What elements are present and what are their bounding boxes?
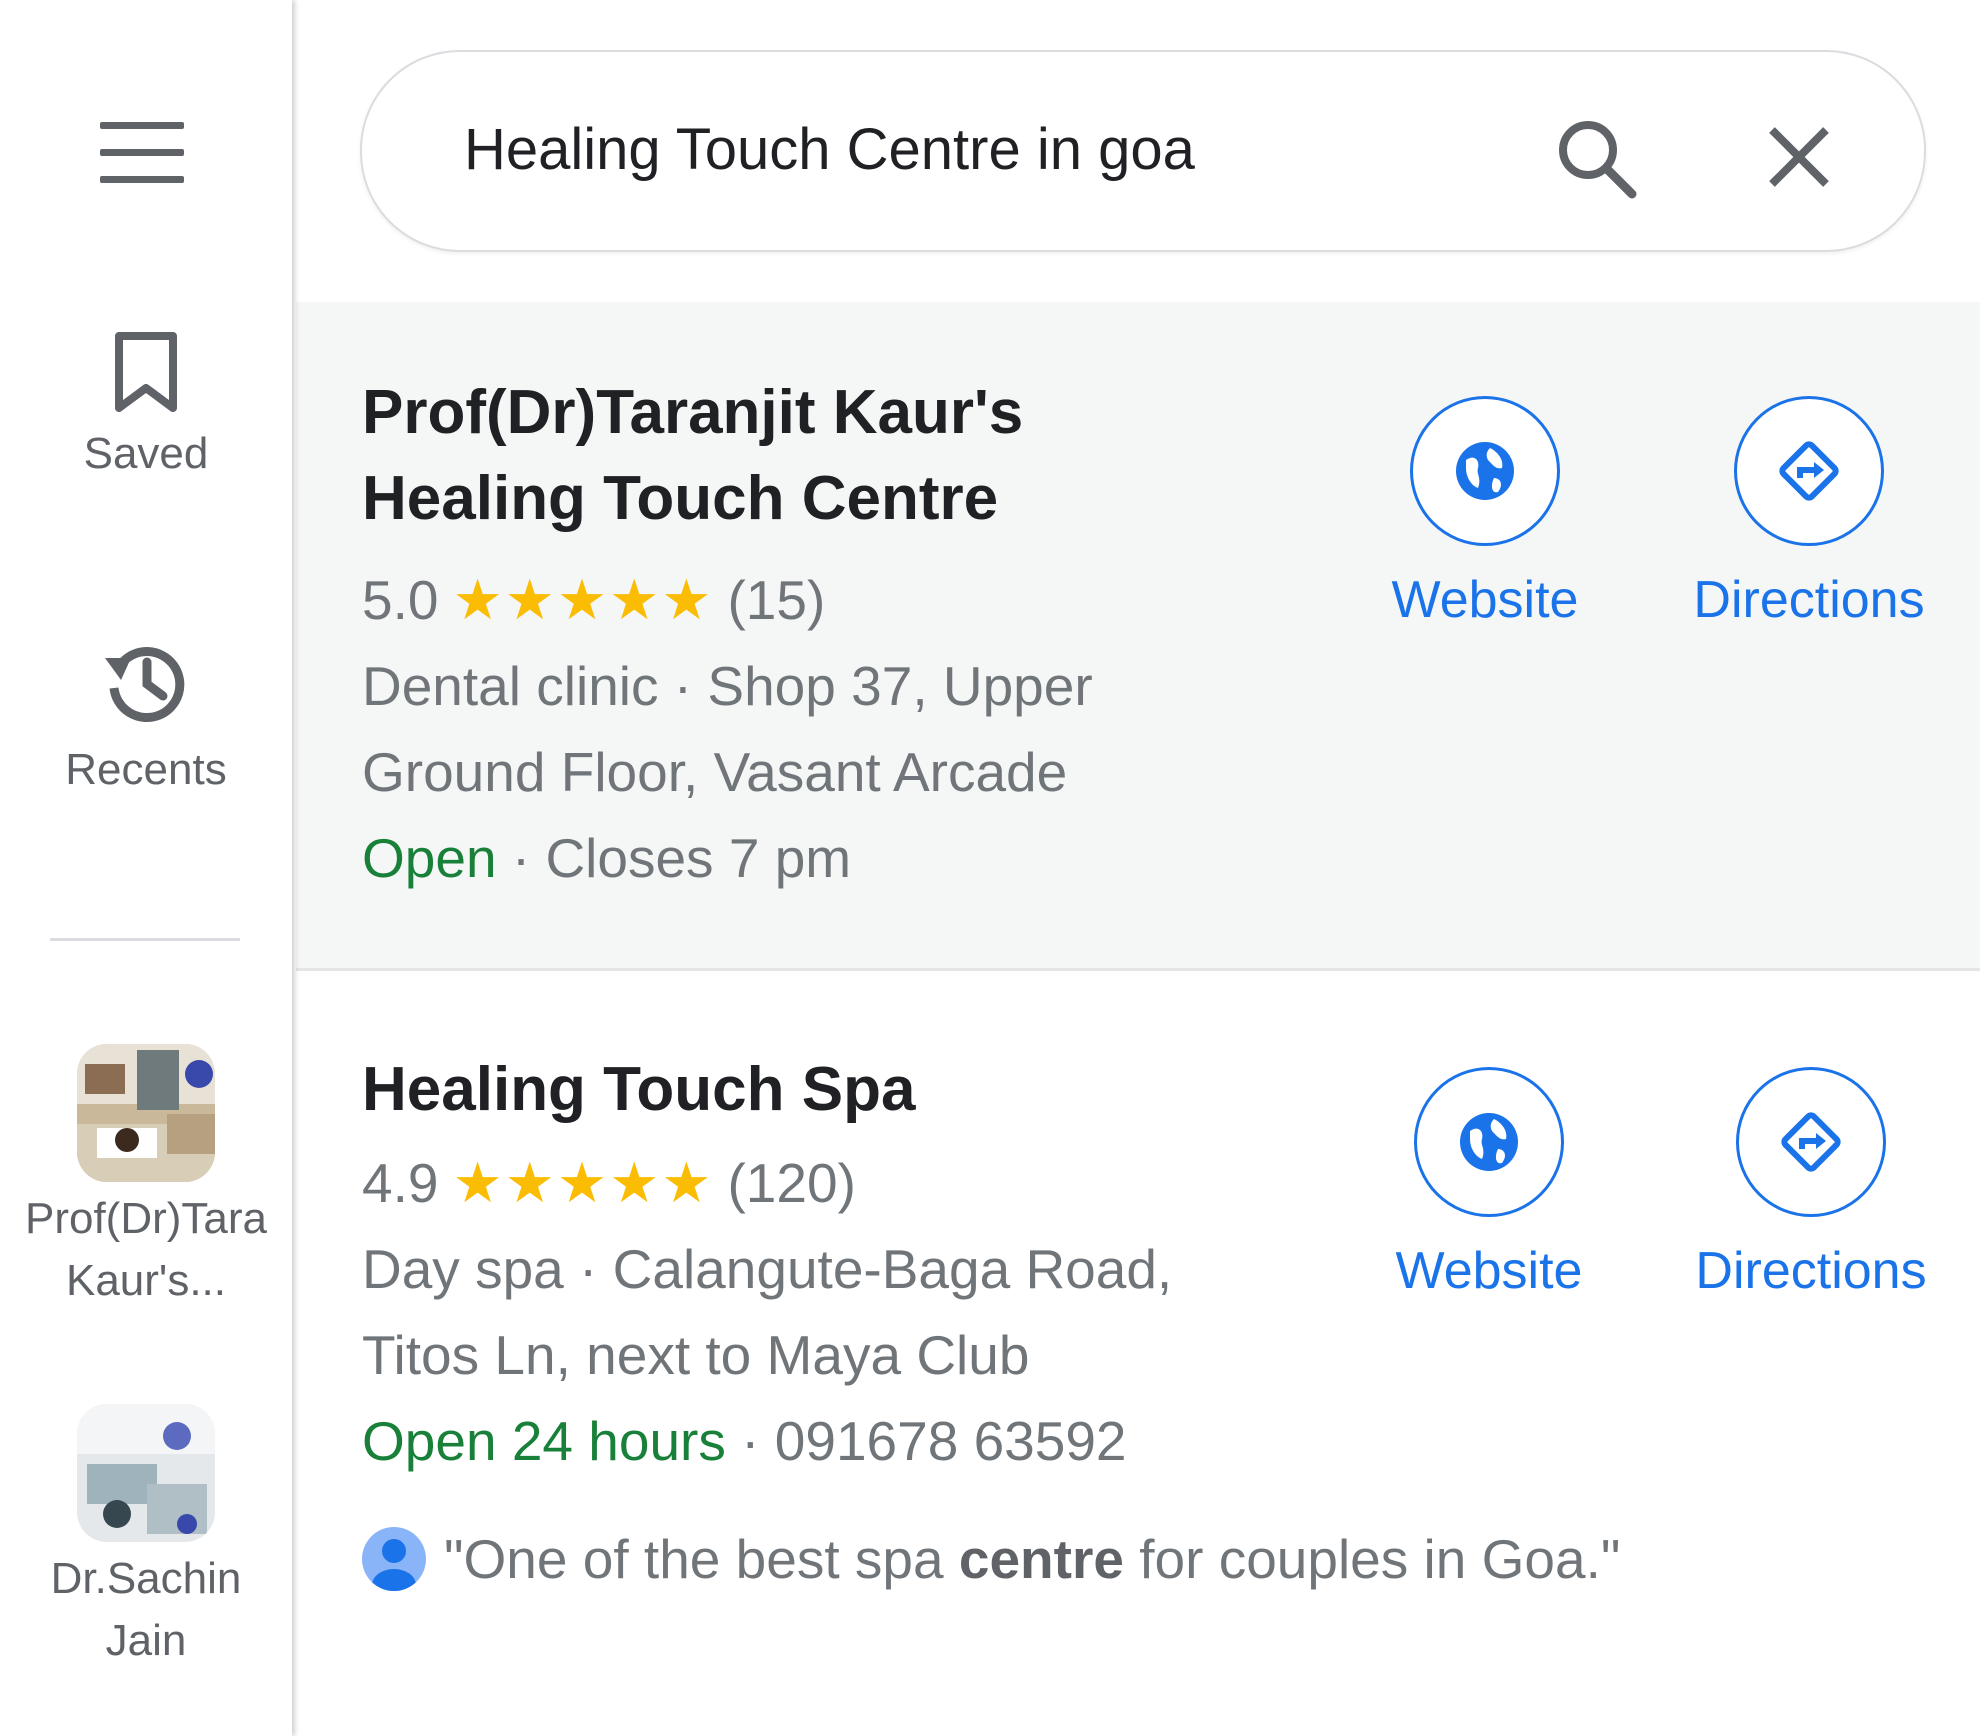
website-button[interactable]: Website — [1364, 1067, 1614, 1303]
recent-place-label: Dr.Sachin Jain — [50, 1554, 242, 1665]
phone-number: 091678 63592 — [774, 1410, 1127, 1472]
open-status: Open — [362, 827, 497, 889]
directions-button[interactable]: Directions — [1686, 1067, 1936, 1303]
address-line: Titos Ln, next to Maya Club — [362, 1324, 1030, 1386]
category: Day spa — [362, 1238, 564, 1300]
result-card[interactable]: Healing Touch Spa 4.9 ★★★★★ (120) Day spa … — [296, 971, 1980, 1736]
place-title[interactable]: Prof(Dr)Taranjit Kaur's Healing Touch Ce… — [362, 370, 1162, 542]
address: Shop 37, Upper — [707, 655, 1093, 717]
recent-place-1[interactable]: Prof(Dr)Tara Kaur's... — [0, 1044, 292, 1312]
rating-row: 5.0 ★★★★★ (15) — [362, 558, 825, 642]
website-button[interactable]: Website — [1360, 396, 1610, 632]
recent-place-2[interactable]: Dr.Sachin Jain — [0, 1404, 292, 1672]
globe-icon — [1456, 442, 1514, 500]
hours-row: Open 24 hours · 091678 63592 — [362, 1410, 1127, 1472]
menu-icon[interactable] — [100, 122, 184, 184]
directions-icon — [1781, 1112, 1841, 1172]
close-icon[interactable] — [1764, 122, 1834, 192]
category-address-row: Dental clinic · Shop 37, Upper — [362, 655, 1093, 717]
star-rating: ★★★★★ — [452, 1151, 714, 1214]
search-icon[interactable] — [1552, 114, 1642, 204]
directions-label: Directions — [1693, 571, 1925, 629]
saved-button[interactable]: Saved — [0, 330, 292, 480]
bookmark-icon — [115, 332, 177, 412]
directions-label: Directions — [1695, 1242, 1927, 1300]
history-icon — [105, 647, 185, 723]
place-title[interactable]: Healing Touch Spa — [362, 1047, 1162, 1133]
address: Calangute-Baga Road, — [612, 1238, 1173, 1300]
rating-value: 5.0 — [362, 569, 439, 631]
rating-row: 4.9 ★★★★★ (120) — [362, 1141, 856, 1225]
address-line: Ground Floor, Vasant Arcade — [362, 741, 1068, 803]
directions-icon — [1779, 441, 1839, 501]
place-thumbnail-clinic — [77, 1044, 215, 1182]
result-card[interactable]: Prof(Dr)Taranjit Kaur's Healing Touch Ce… — [296, 302, 1980, 971]
open-status: Open 24 hours — [362, 1410, 726, 1472]
directions-button[interactable]: Directions — [1684, 396, 1934, 632]
review-snippet: "One of the best spa centre for couples … — [362, 1519, 1620, 1599]
category-address-row: Day spa · Calangute-Baga Road, — [362, 1238, 1173, 1300]
recents-button[interactable]: Recents — [0, 636, 292, 796]
review-count: (15) — [727, 569, 826, 631]
place-thumbnail-clinic-interior — [77, 1404, 215, 1542]
recent-place-label: Prof(Dr)Tara Kaur's... — [24, 1194, 268, 1305]
closing-time: Closes 7 pm — [545, 827, 852, 889]
rating-value: 4.9 — [362, 1152, 439, 1214]
recents-label: Recents — [65, 745, 227, 794]
user-avatar-icon — [362, 1527, 426, 1592]
review-count: (120) — [727, 1152, 856, 1214]
search-box[interactable]: Healing Touch Centre in goa — [360, 50, 1926, 252]
search-input[interactable]: Healing Touch Centre in goa — [464, 114, 1195, 186]
hours-row: Open · Closes 7 pm — [362, 827, 852, 889]
star-rating: ★★★★★ — [452, 568, 714, 631]
saved-label: Saved — [83, 429, 209, 478]
left-rail: Saved Recents Prof(Dr)Tara Kaur's... Dr.… — [0, 0, 292, 1736]
category: Dental clinic — [362, 655, 659, 717]
globe-icon — [1460, 1113, 1518, 1171]
website-label: Website — [1391, 571, 1579, 629]
rail-divider — [50, 938, 240, 941]
website-label: Website — [1395, 1242, 1583, 1300]
